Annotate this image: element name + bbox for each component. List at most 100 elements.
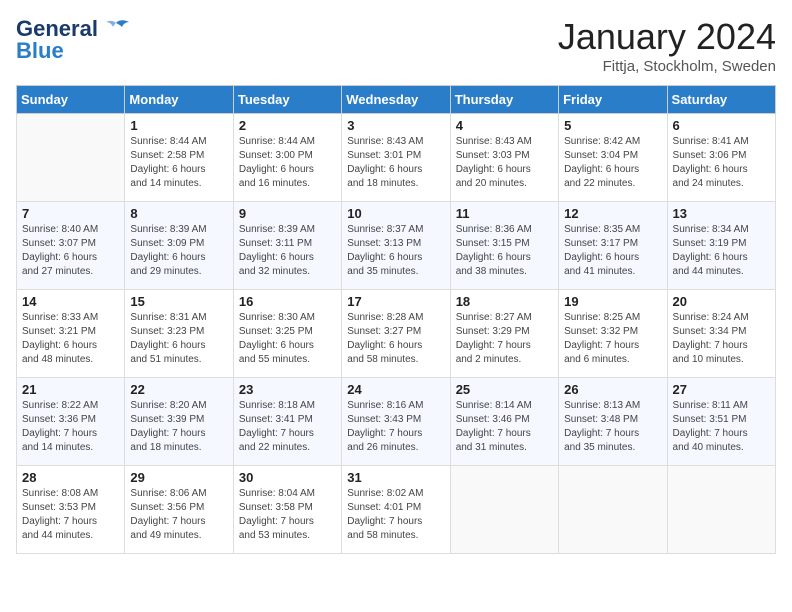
- day-number: 17: [347, 294, 444, 309]
- day-info: Sunrise: 8:22 AM Sunset: 3:36 PM Dayligh…: [22, 399, 119, 455]
- calendar-week-row: 14 Sunrise: 8:33 AM Sunset: 3:21 PM Dayli…: [17, 290, 776, 378]
- day-info: Sunrise: 8:41 AM Sunset: 3:06 PM Dayligh…: [673, 135, 770, 191]
- day-info: Sunrise: 8:14 AM Sunset: 3:46 PM Dayligh…: [456, 399, 553, 455]
- calendar-cell: 12 Sunrise: 8:35 AM Sunset: 3:17 PM Dayli…: [559, 202, 667, 290]
- day-number: 28: [22, 470, 119, 485]
- day-info: Sunrise: 8:39 AM Sunset: 3:11 PM Dayligh…: [239, 223, 336, 279]
- day-info: Sunrise: 8:43 AM Sunset: 3:01 PM Dayligh…: [347, 135, 444, 191]
- day-number: 11: [456, 206, 553, 221]
- day-number: 30: [239, 470, 336, 485]
- calendar-cell: 31 Sunrise: 8:02 AM Sunset: 4:01 PM Dayli…: [342, 466, 450, 554]
- day-number: 12: [564, 206, 661, 221]
- calendar-cell: 29 Sunrise: 8:06 AM Sunset: 3:56 PM Dayli…: [125, 466, 233, 554]
- calendar-cell: 19 Sunrise: 8:25 AM Sunset: 3:32 PM Dayli…: [559, 290, 667, 378]
- calendar-week-row: 1 Sunrise: 8:44 AM Sunset: 2:58 PM Daylig…: [17, 114, 776, 202]
- calendar-cell: 16Sunrise: 8:30 AM Sunset: 3:25 PM Dayli…: [233, 290, 341, 378]
- day-info: Sunrise: 8:34 AM Sunset: 3:19 PM Dayligh…: [673, 223, 770, 279]
- page-header: General Blue January 2024 Fittja, Stockh…: [16, 16, 776, 75]
- calendar-cell: 14 Sunrise: 8:33 AM Sunset: 3:21 PM Dayli…: [17, 290, 125, 378]
- day-number: 31: [347, 470, 444, 485]
- calendar-cell: 18Sunrise: 8:27 AM Sunset: 3:29 PM Dayli…: [450, 290, 558, 378]
- col-header-monday: Monday: [125, 86, 233, 114]
- calendar-week-row: 7 Sunrise: 8:40 AM Sunset: 3:07 PM Daylig…: [17, 202, 776, 290]
- location: Fittja, Stockholm, Sweden: [558, 58, 776, 75]
- day-number: 20: [673, 294, 770, 309]
- day-number: 23: [239, 382, 336, 397]
- calendar-cell: 27 Sunrise: 8:11 AM Sunset: 3:51 PM Dayli…: [667, 378, 775, 466]
- col-header-saturday: Saturday: [667, 86, 775, 114]
- calendar-cell: 5 Sunrise: 8:42 AM Sunset: 3:04 PM Daylig…: [559, 114, 667, 202]
- col-header-friday: Friday: [559, 86, 667, 114]
- day-number: 16: [239, 294, 336, 309]
- day-info: Sunrise: 8:40 AM Sunset: 3:07 PM Dayligh…: [22, 223, 119, 279]
- day-number: 24: [347, 382, 444, 397]
- day-number: 4: [456, 118, 553, 133]
- day-number: 14: [22, 294, 119, 309]
- day-number: 19: [564, 294, 661, 309]
- calendar-cell: 26Sunrise: 8:13 AM Sunset: 3:48 PM Dayli…: [559, 378, 667, 466]
- day-number: 7: [22, 206, 119, 221]
- calendar-cell: 7 Sunrise: 8:40 AM Sunset: 3:07 PM Daylig…: [17, 202, 125, 290]
- calendar-cell: 11 Sunrise: 8:36 AM Sunset: 3:15 PM Dayli…: [450, 202, 558, 290]
- day-info: Sunrise: 8:39 AM Sunset: 3:09 PM Dayligh…: [130, 223, 227, 279]
- day-info: Sunrise: 8:25 AM Sunset: 3:32 PM Dayligh…: [564, 311, 661, 367]
- calendar-cell: 4 Sunrise: 8:43 AM Sunset: 3:03 PM Daylig…: [450, 114, 558, 202]
- calendar-week-row: 21 Sunrise: 8:22 AM Sunset: 3:36 PM Dayli…: [17, 378, 776, 466]
- day-info: Sunrise: 8:18 AM Sunset: 3:41 PM Dayligh…: [239, 399, 336, 455]
- calendar-cell: 22 Sunrise: 8:20 AM Sunset: 3:39 PM Dayli…: [125, 378, 233, 466]
- day-info: Sunrise: 8:08 AM Sunset: 3:53 PM Dayligh…: [22, 487, 119, 543]
- calendar-header-row: SundayMondayTuesdayWednesdayThursdayFrid…: [17, 86, 776, 114]
- day-number: 8: [130, 206, 227, 221]
- calendar-cell: 8 Sunrise: 8:39 AM Sunset: 3:09 PM Daylig…: [125, 202, 233, 290]
- day-info: Sunrise: 8:36 AM Sunset: 3:15 PM Dayligh…: [456, 223, 553, 279]
- calendar-cell: [450, 466, 558, 554]
- day-number: 9: [239, 206, 336, 221]
- calendar-cell: [17, 114, 125, 202]
- title-block: January 2024 Fittja, Stockholm, Sweden: [558, 16, 776, 75]
- day-info: Sunrise: 8:44 AM Sunset: 3:00 PM Dayligh…: [239, 135, 336, 191]
- calendar-cell: 24 Sunrise: 8:16 AM Sunset: 3:43 PM Dayli…: [342, 378, 450, 466]
- col-header-wednesday: Wednesday: [342, 86, 450, 114]
- day-info: Sunrise: 8:11 AM Sunset: 3:51 PM Dayligh…: [673, 399, 770, 455]
- logo: General Blue: [16, 16, 130, 64]
- calendar-cell: 9 Sunrise: 8:39 AM Sunset: 3:11 PM Daylig…: [233, 202, 341, 290]
- col-header-sunday: Sunday: [17, 86, 125, 114]
- day-info: Sunrise: 8:42 AM Sunset: 3:04 PM Dayligh…: [564, 135, 661, 191]
- day-info: Sunrise: 8:35 AM Sunset: 3:17 PM Dayligh…: [564, 223, 661, 279]
- day-info: Sunrise: 8:28 AM Sunset: 3:27 PM Dayligh…: [347, 311, 444, 367]
- day-info: Sunrise: 8:43 AM Sunset: 3:03 PM Dayligh…: [456, 135, 553, 191]
- day-info: Sunrise: 8:20 AM Sunset: 3:39 PM Dayligh…: [130, 399, 227, 455]
- calendar-cell: 21 Sunrise: 8:22 AM Sunset: 3:36 PM Dayli…: [17, 378, 125, 466]
- calendar-cell: 13Sunrise: 8:34 AM Sunset: 3:19 PM Dayli…: [667, 202, 775, 290]
- calendar-cell: 25Sunrise: 8:14 AM Sunset: 3:46 PM Dayli…: [450, 378, 558, 466]
- calendar-cell: [559, 466, 667, 554]
- day-info: Sunrise: 8:04 AM Sunset: 3:58 PM Dayligh…: [239, 487, 336, 543]
- col-header-tuesday: Tuesday: [233, 86, 341, 114]
- day-info: Sunrise: 8:16 AM Sunset: 3:43 PM Dayligh…: [347, 399, 444, 455]
- day-number: 3: [347, 118, 444, 133]
- day-info: Sunrise: 8:44 AM Sunset: 2:58 PM Dayligh…: [130, 135, 227, 191]
- calendar-cell: 15Sunrise: 8:31 AM Sunset: 3:23 PM Dayli…: [125, 290, 233, 378]
- month-title: January 2024: [558, 16, 776, 58]
- col-header-thursday: Thursday: [450, 86, 558, 114]
- calendar-cell: 28 Sunrise: 8:08 AM Sunset: 3:53 PM Dayli…: [17, 466, 125, 554]
- day-number: 2: [239, 118, 336, 133]
- day-info: Sunrise: 8:02 AM Sunset: 4:01 PM Dayligh…: [347, 487, 444, 543]
- day-number: 5: [564, 118, 661, 133]
- day-number: 10: [347, 206, 444, 221]
- day-info: Sunrise: 8:06 AM Sunset: 3:56 PM Dayligh…: [130, 487, 227, 543]
- day-info: Sunrise: 8:37 AM Sunset: 3:13 PM Dayligh…: [347, 223, 444, 279]
- logo-blue-text: Blue: [16, 38, 64, 64]
- day-info: Sunrise: 8:33 AM Sunset: 3:21 PM Dayligh…: [22, 311, 119, 367]
- day-number: 26: [564, 382, 661, 397]
- day-info: Sunrise: 8:31 AM Sunset: 3:23 PM Dayligh…: [130, 311, 227, 367]
- day-info: Sunrise: 8:24 AM Sunset: 3:34 PM Dayligh…: [673, 311, 770, 367]
- day-number: 27: [673, 382, 770, 397]
- day-number: 21: [22, 382, 119, 397]
- day-number: 1: [130, 118, 227, 133]
- calendar-cell: 20 Sunrise: 8:24 AM Sunset: 3:34 PM Dayli…: [667, 290, 775, 378]
- day-number: 29: [130, 470, 227, 485]
- calendar-cell: 3 Sunrise: 8:43 AM Sunset: 3:01 PM Daylig…: [342, 114, 450, 202]
- day-number: 22: [130, 382, 227, 397]
- day-info: Sunrise: 8:27 AM Sunset: 3:29 PM Dayligh…: [456, 311, 553, 367]
